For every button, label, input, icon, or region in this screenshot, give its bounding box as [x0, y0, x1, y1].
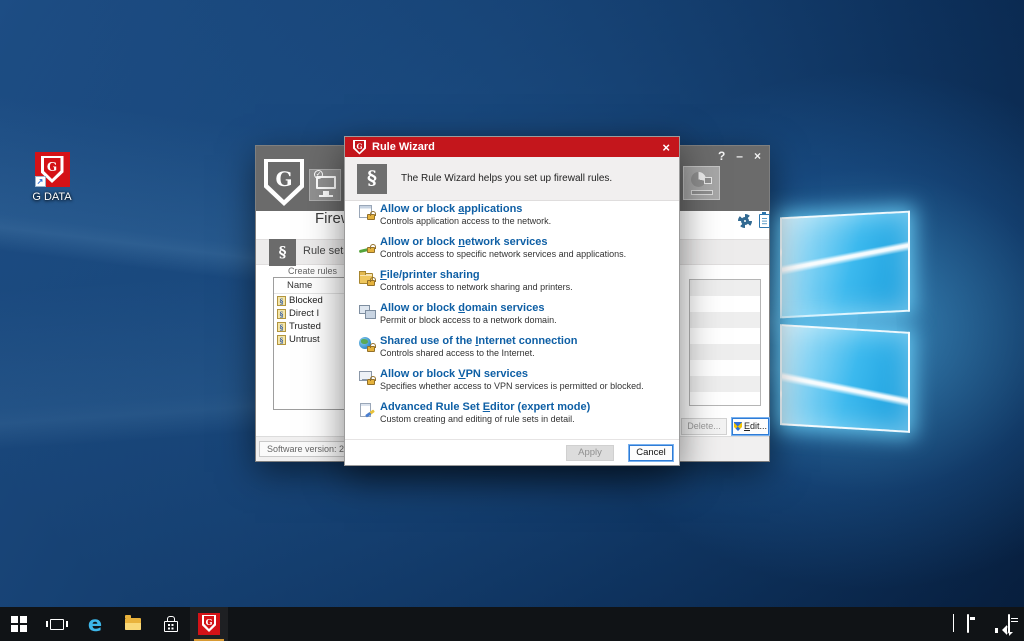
- help-button[interactable]: ?: [718, 149, 725, 163]
- rule-set-icon: §: [277, 322, 286, 332]
- security-center-module-icon[interactable]: ✓: [309, 169, 341, 201]
- rule-sets-tab-icon: §: [269, 239, 296, 266]
- gdata-shield-icon: G: [353, 140, 366, 155]
- rule-wizard-dialog: G Rule Wizard × § The Rule Wizard helps …: [344, 136, 680, 466]
- check-badge-icon: ✓: [314, 170, 323, 179]
- edge-browser-icon: e: [88, 614, 102, 635]
- shortcut-arrow-icon: ↗: [35, 176, 46, 187]
- wallpaper-windows-logo-top-pane: [780, 211, 910, 319]
- rule-set-icon: §: [277, 335, 286, 345]
- taskbar-gdata-button[interactable]: G: [190, 607, 228, 641]
- dialog-intro-text: The Rule Wizard helps you set up firewal…: [401, 173, 612, 184]
- log-clipboard-icon[interactable]: [759, 214, 770, 228]
- backup-module-icon[interactable]: [683, 166, 720, 200]
- gdata-app-icon: G: [198, 613, 220, 635]
- system-tray: [953, 607, 1024, 641]
- applications-lock-icon: [359, 204, 375, 220]
- store-bag-icon: [164, 621, 178, 632]
- dialog-title: Rule Wizard: [372, 141, 435, 153]
- lock-icon: [704, 177, 712, 184]
- dialog-header: § The Rule Wizard helps you set up firew…: [345, 157, 679, 201]
- windows-logo-icon: [11, 616, 27, 632]
- rule-set-icon: §: [277, 309, 286, 319]
- taskbar-store-button[interactable]: [152, 607, 190, 641]
- paragraph-section-icon: §: [357, 164, 387, 194]
- settings-gear-icon[interactable]: [738, 214, 752, 228]
- start-button[interactable]: [0, 607, 38, 641]
- taskbar-file-explorer-button[interactable]: [114, 607, 152, 641]
- delete-button[interactable]: Delete...: [681, 418, 727, 435]
- wizard-option-domain-services[interactable]: Allow or block domain services Permit or…: [345, 302, 679, 335]
- wizard-option-internet-sharing[interactable]: Shared use of the Internet connection Co…: [345, 335, 679, 368]
- desktop: G ↗ G DATA ? – × G ✓: [0, 0, 1024, 641]
- rule-set-icon: §: [277, 296, 286, 306]
- taskbar-edge-button[interactable]: e: [76, 607, 114, 641]
- wizard-option-file-printer-sharing[interactable]: File/printer sharing Controls access to …: [345, 269, 679, 302]
- close-button[interactable]: ×: [754, 149, 761, 163]
- rule-editor-pencil-icon: [359, 402, 375, 418]
- taskbar: e G: [0, 607, 1024, 641]
- folder-share-lock-icon: [359, 270, 375, 286]
- wizard-option-network-services[interactable]: Allow or block network services Controls…: [345, 236, 679, 269]
- desktop-icon-gdata[interactable]: G ↗ G DATA: [20, 152, 84, 203]
- wizard-option-advanced-rule-editor[interactable]: Advanced Rule Set Editor (expert mode) C…: [345, 401, 679, 434]
- hidden-icons-chevron-icon[interactable]: [953, 615, 954, 633]
- tab-rule-sets[interactable]: Rule sets: [303, 245, 349, 257]
- action-center-icon[interactable]: [1008, 615, 1010, 633]
- gdata-logo-icon: G ↗: [35, 152, 70, 187]
- dialog-footer: Apply Cancel: [345, 439, 679, 465]
- details-panel: [689, 279, 761, 406]
- wallpaper-windows-logo-bottom-pane: [780, 324, 910, 433]
- task-view-button[interactable]: [38, 607, 76, 641]
- wizard-option-applications[interactable]: Allow or block applications Controls app…: [345, 203, 679, 236]
- domain-computers-icon: [359, 303, 375, 319]
- network-services-lock-icon: [359, 237, 375, 253]
- apply-button[interactable]: Apply: [566, 445, 614, 461]
- create-rules-label: Create rules: [288, 266, 337, 276]
- close-icon[interactable]: ×: [662, 141, 670, 154]
- wizard-option-vpn-services[interactable]: Allow or block VPN services Specifies wh…: [345, 368, 679, 401]
- task-view-icon: [50, 619, 64, 630]
- minimize-button[interactable]: –: [736, 149, 743, 163]
- drive-bar-icon: [691, 190, 713, 195]
- battery-icon[interactable]: [967, 615, 969, 633]
- cancel-button[interactable]: Cancel: [629, 445, 673, 461]
- dialog-titlebar: G Rule Wizard ×: [345, 137, 679, 157]
- uac-shield-icon: [734, 422, 742, 431]
- desktop-icon-label: G DATA: [20, 191, 84, 203]
- gdata-shield-logo-icon: G: [264, 159, 304, 206]
- vpn-monitor-lock-icon: [359, 369, 375, 385]
- wizard-options-list: Allow or block applications Controls app…: [345, 203, 679, 434]
- edit-button[interactable]: Edit...: [732, 418, 769, 435]
- file-explorer-icon: [125, 618, 141, 630]
- globe-lock-icon: [359, 336, 375, 352]
